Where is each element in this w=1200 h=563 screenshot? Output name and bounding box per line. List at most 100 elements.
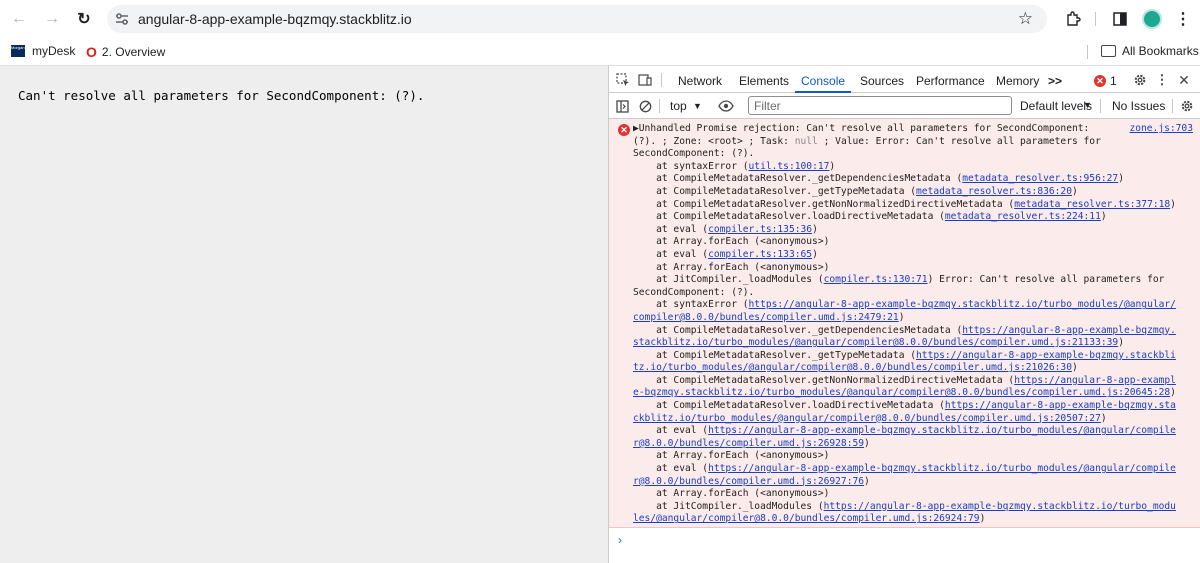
- all-bookmarks[interactable]: All Bookmarks: [1101, 44, 1199, 58]
- stack-source-link[interactable]: compiler@8.0.0/bundles/compiler.umd.js:2…: [633, 312, 899, 323]
- stack-text: at syntaxError (: [633, 160, 749, 172]
- site-info-icon[interactable]: [113, 10, 131, 28]
- bookmark-overview[interactable]: O 2. Overview: [86, 44, 165, 60]
- extensions-icon[interactable]: [1063, 9, 1083, 29]
- tab-performance[interactable]: Performance: [916, 74, 985, 88]
- stack-source-link[interactable]: metadata_resolver.ts:377:18: [1014, 199, 1170, 210]
- stack-source-link[interactable]: metadata_resolver.ts:836:20: [916, 186, 1072, 197]
- context-dropdown-icon[interactable]: ▼: [693, 101, 702, 111]
- stack-source-link[interactable]: metadata_resolver.ts:224:11: [945, 211, 1101, 222]
- stack-source-link[interactable]: r@8.0.0/bundles/compiler.umd.js:26927:76: [633, 476, 864, 487]
- stack-source-link[interactable]: https://angular-8-app-example-bqzmqy.sta…: [824, 501, 1176, 512]
- console-settings-gear-icon[interactable]: [1179, 98, 1195, 114]
- stack-text: at eval (: [633, 425, 709, 437]
- stack-line: r@8.0.0/bundles/compiler.umd.js:26928:59…: [633, 438, 1177, 451]
- toolbar-divider: [1172, 99, 1173, 113]
- browser-menu-icon[interactable]: ⋮: [1173, 9, 1193, 29]
- clear-console-icon[interactable]: [637, 98, 653, 114]
- log-levels-dropdown[interactable]: Default levels: [1020, 99, 1092, 113]
- url-text[interactable]: angular-8-app-example-bqzmqy.stackblitz.…: [138, 11, 412, 27]
- sidebar-toggle-icon[interactable]: [614, 98, 630, 114]
- stack-source-link[interactable]: https://angular-8-app-example-bqzmqy.sta…: [708, 463, 1176, 474]
- stack-line: at Array.forEach (<anonymous>): [633, 262, 1177, 275]
- context-selector[interactable]: top: [670, 99, 687, 113]
- stack-line: ckblitz.io/turbo_modules/@angular/compil…: [633, 413, 1177, 426]
- stack-source-link[interactable]: https://angular-8-app-example-bqzmqy.sta…: [916, 350, 1176, 361]
- stack-line: compiler@8.0.0/bundles/compiler.umd.js:2…: [633, 312, 1177, 325]
- inspect-element-icon[interactable]: [615, 72, 631, 88]
- stack-line: at JitCompiler._loadModules (https://ang…: [633, 501, 1177, 514]
- stack-text: at CompileMetadataResolver.loadDirective…: [633, 211, 945, 223]
- device-toolbar-icon[interactable]: [637, 72, 653, 88]
- stack-source-link[interactable]: stackblitz.io/turbo_modules/@angular/com…: [633, 337, 1118, 348]
- stack-source-link[interactable]: compiler.ts:130:71: [824, 274, 928, 285]
- stack-line: at CompileMetadataResolver._getTypeMetad…: [633, 350, 1177, 363]
- back-icon[interactable]: ←: [8, 8, 30, 30]
- tab-network[interactable]: Network: [678, 74, 722, 88]
- stack-text: at CompileMetadataResolver.loadDirective…: [633, 400, 945, 412]
- console-filter-input[interactable]: Filter: [748, 96, 1012, 115]
- stack-source-link[interactable]: r@8.0.0/bundles/compiler.umd.js:26928:59: [633, 438, 864, 449]
- error-stack-trace: ▶Unhandled Promise rejection: Can't reso…: [633, 123, 1177, 526]
- bookmarks-bar: Morgan Stanley myDesk O 2. Overview All …: [0, 38, 1200, 66]
- error-count: 1: [1110, 74, 1117, 88]
- stack-line: at CompileMetadataResolver.loadDirective…: [633, 211, 1177, 224]
- tab-console[interactable]: Console: [801, 74, 845, 88]
- stack-text: ): [1170, 387, 1176, 399]
- stack-line: SecondComponent: (?).: [633, 287, 1177, 300]
- error-icon: ✕: [1094, 75, 1106, 87]
- live-expression-eye-icon[interactable]: [718, 98, 734, 114]
- all-bookmarks-label: All Bookmarks: [1122, 44, 1199, 58]
- stack-source-link[interactable]: compiler.ts:133:65: [708, 249, 812, 260]
- stack-line: at CompileMetadataResolver._getDependenc…: [633, 173, 1177, 186]
- console-prompt[interactable]: ›: [618, 533, 622, 547]
- stack-line: at syntaxError (util.ts:100:17): [633, 161, 1177, 174]
- stack-line: at Array.forEach (<anonymous>): [633, 488, 1177, 501]
- stack-text: at Array.forEach (<anonymous>): [633, 488, 830, 500]
- address-bar[interactable]: angular-8-app-example-bqzmqy.stackblitz.…: [107, 5, 1047, 33]
- levels-dropdown-icon[interactable]: ▼: [1083, 100, 1092, 110]
- stack-text: SecondComponent: (?).: [633, 286, 755, 298]
- stack-text: ): [1100, 211, 1107, 223]
- stack-text: SecondComponent: (?).: [633, 148, 755, 160]
- stack-source-link[interactable]: https://angular-8-app-exampl: [1014, 375, 1176, 386]
- profile-avatar[interactable]: [1142, 9, 1162, 29]
- stack-source-link[interactable]: https://angular-8-app-example-bqzmqy.sta…: [708, 425, 1176, 436]
- stack-text: ): [812, 248, 818, 260]
- stack-source-link[interactable]: util.ts:100:17: [749, 161, 830, 172]
- devtools-tabbar: Network Elements Console Sources Perform…: [609, 66, 1200, 93]
- tab-elements[interactable]: Elements: [739, 74, 789, 88]
- stack-text: at eval (: [633, 223, 709, 235]
- forward-icon[interactable]: →: [41, 8, 63, 30]
- devtools-menu-icon[interactable]: ⋮: [1154, 72, 1170, 88]
- stack-line: at JitCompiler._loadModules (compiler.ts…: [633, 274, 1177, 287]
- issues-button[interactable]: No Issues: [1112, 99, 1165, 113]
- stack-line: ▶Unhandled Promise rejection: Can't reso…: [633, 123, 1177, 136]
- page-viewport: Can't resolve all parameters for SecondC…: [0, 66, 608, 563]
- stack-text: at Array.forEach (<anonymous>): [633, 236, 830, 248]
- tab-memory[interactable]: Memory: [996, 74, 1039, 88]
- stack-source-link[interactable]: https://angular-8-app-example-bqzmqy.: [962, 325, 1176, 336]
- stack-line: at CompileMetadataResolver._getTypeMetad…: [633, 186, 1177, 199]
- stack-source-link[interactable]: ckblitz.io/turbo_modules/@angular/compil…: [633, 413, 1101, 424]
- stack-source-link[interactable]: metadata_resolver.ts:956:27: [962, 173, 1118, 184]
- side-panel-icon[interactable]: [1110, 9, 1130, 29]
- tab-sources[interactable]: Sources: [860, 74, 904, 88]
- stack-source-link[interactable]: https://angular-8-app-example-bqzmqy.sta…: [749, 299, 1176, 310]
- error-source-link[interactable]: zone.js:703: [1129, 123, 1193, 134]
- stack-source-link[interactable]: https://angular-8-app-example-bqzmqy.sta: [945, 400, 1176, 411]
- stack-line: at CompileMetadataResolver.getNonNormali…: [633, 199, 1177, 212]
- bookmark-mydesk[interactable]: Morgan Stanley myDesk: [11, 44, 75, 58]
- stack-source-link[interactable]: tz.io/turbo_modules/@angular/compiler@8.…: [633, 362, 1072, 373]
- settings-gear-icon[interactable]: [1132, 72, 1148, 88]
- stack-source-link[interactable]: e-bqzmqy.stackblitz.io/turbo_modules/@an…: [633, 387, 1170, 398]
- reload-icon[interactable]: ↻: [73, 8, 95, 30]
- close-devtools-icon[interactable]: ✕: [1176, 72, 1192, 88]
- console-error-message: ✕ ▶Unhandled Promise rejection: Can't re…: [609, 119, 1200, 528]
- stack-text: null: [794, 135, 818, 147]
- stack-source-link[interactable]: les/@angular/compiler@8.0.0/bundles/comp…: [633, 513, 980, 524]
- error-count-badge[interactable]: ✕ 1: [1094, 74, 1117, 88]
- bookmark-star-icon[interactable]: ☆: [1018, 9, 1033, 29]
- more-tabs-button[interactable]: >>: [1048, 74, 1062, 88]
- stack-source-link[interactable]: compiler.ts:135:36: [708, 224, 812, 235]
